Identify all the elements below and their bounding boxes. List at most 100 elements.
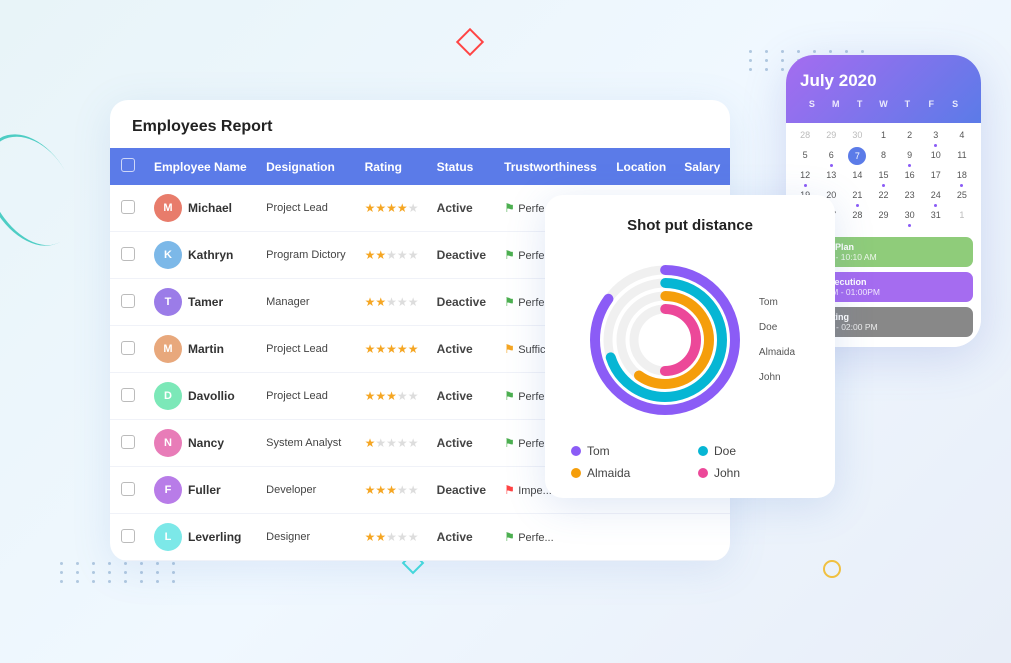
calendar-cell[interactable]: 14 bbox=[844, 167, 870, 187]
calendar-cell[interactable]: 22 bbox=[870, 187, 896, 207]
rating: ★★★★★ bbox=[357, 326, 429, 373]
legend-doe: Doe bbox=[698, 444, 809, 458]
calendar-cell: 1 bbox=[949, 207, 975, 227]
star: ★ bbox=[375, 248, 386, 262]
report-title: Employees Report bbox=[110, 100, 730, 148]
star: ★ bbox=[365, 201, 376, 215]
weekday-label: F bbox=[919, 99, 943, 109]
star: ★ bbox=[386, 248, 397, 262]
flag-icon: ⚑ bbox=[504, 342, 515, 356]
label-almaida: Almaida bbox=[759, 347, 795, 358]
chart-area: Tom Doe Almaida John bbox=[563, 250, 817, 430]
avatar: M bbox=[154, 335, 182, 363]
calendar-cell[interactable]: 18 bbox=[949, 167, 975, 187]
row-checkbox[interactable] bbox=[121, 247, 135, 261]
calendar-cell[interactable]: 16 bbox=[897, 167, 923, 187]
star: ★ bbox=[375, 389, 386, 403]
cal-date: 11 bbox=[949, 147, 975, 163]
calendar-cell[interactable]: 21 bbox=[844, 187, 870, 207]
star: ★ bbox=[408, 436, 419, 450]
calendar-cell[interactable]: 11 bbox=[949, 147, 975, 167]
calendar-cell[interactable]: 2 bbox=[897, 127, 923, 147]
select-all-checkbox[interactable] bbox=[121, 158, 135, 172]
calendar-cell[interactable]: 30 bbox=[897, 207, 923, 227]
calendar-cell[interactable]: 5 bbox=[792, 147, 818, 167]
row-checkbox[interactable] bbox=[121, 482, 135, 496]
diamond-decoration-1 bbox=[456, 28, 484, 56]
flag-icon: ⚑ bbox=[504, 201, 515, 215]
calendar-cell[interactable]: 13 bbox=[818, 167, 844, 187]
star: ★ bbox=[397, 342, 408, 356]
calendar-cell[interactable]: 9 bbox=[897, 147, 923, 167]
cal-date: 3 bbox=[923, 127, 949, 143]
star: ★ bbox=[375, 483, 386, 497]
employee-name-cell: N Nancy bbox=[154, 429, 250, 457]
employee-name-cell: L Leverling bbox=[154, 523, 250, 551]
star: ★ bbox=[375, 342, 386, 356]
calendar-cell[interactable]: 23 bbox=[897, 187, 923, 207]
calendar-cell[interactable]: 15 bbox=[870, 167, 896, 187]
calendar-cell: 28 bbox=[792, 127, 818, 147]
avatar: F bbox=[154, 476, 182, 504]
cal-date: 5 bbox=[792, 147, 818, 163]
calendar-cell[interactable]: 7 bbox=[844, 147, 870, 167]
employee-name: Tamer bbox=[188, 295, 223, 309]
calendar-cell[interactable]: 29 bbox=[870, 207, 896, 227]
cal-date: 17 bbox=[923, 167, 949, 183]
star: ★ bbox=[408, 248, 419, 262]
star: ★ bbox=[386, 295, 397, 309]
star: ★ bbox=[386, 483, 397, 497]
flag-icon: ⚑ bbox=[504, 295, 515, 309]
cal-date: 8 bbox=[870, 147, 896, 163]
cal-date: 10 bbox=[923, 147, 949, 163]
status: Active bbox=[429, 420, 496, 467]
row-checkbox[interactable] bbox=[121, 341, 135, 355]
calendar-cell[interactable]: 17 bbox=[923, 167, 949, 187]
dot-grid-2 bbox=[60, 562, 182, 583]
star: ★ bbox=[365, 389, 376, 403]
employee-name-cell: F Fuller bbox=[154, 476, 250, 504]
wave-decoration bbox=[0, 118, 95, 262]
employee-name: Kathryn bbox=[188, 248, 233, 262]
status: Active bbox=[429, 514, 496, 561]
weekday-label: M bbox=[824, 99, 848, 109]
row-checkbox[interactable] bbox=[121, 388, 135, 402]
calendar-cell[interactable]: 1 bbox=[870, 127, 896, 147]
designation: Project Lead bbox=[258, 185, 356, 232]
calendar-cell[interactable]: 31 bbox=[923, 207, 949, 227]
star: ★ bbox=[386, 201, 397, 215]
flag-icon: ⚑ bbox=[504, 436, 515, 450]
row-checkbox[interactable] bbox=[121, 529, 135, 543]
employee-name-cell: M Martin bbox=[154, 335, 250, 363]
row-checkbox[interactable] bbox=[121, 294, 135, 308]
select-all-header[interactable] bbox=[110, 148, 146, 185]
cal-date: 29 bbox=[870, 207, 896, 223]
cal-date: 12 bbox=[792, 167, 818, 183]
weekday-label: W bbox=[872, 99, 896, 109]
calendar-cell[interactable]: 3 bbox=[923, 127, 949, 147]
col-status: Status bbox=[429, 148, 496, 185]
cal-date: 25 bbox=[949, 187, 975, 203]
avatar: T bbox=[154, 288, 182, 316]
star: ★ bbox=[397, 201, 408, 215]
calendar-cell[interactable]: 28 bbox=[844, 207, 870, 227]
star: ★ bbox=[375, 201, 386, 215]
row-checkbox[interactable] bbox=[121, 200, 135, 214]
rating: ★★★★★ bbox=[357, 373, 429, 420]
weekday-label: S bbox=[943, 99, 967, 109]
today-cell[interactable]: 7 bbox=[848, 147, 866, 165]
legend-john: John bbox=[698, 466, 809, 480]
calendar-cell[interactable]: 24 bbox=[923, 187, 949, 207]
calendar-cell[interactable]: 12 bbox=[792, 167, 818, 187]
legend-tom: Tom bbox=[571, 444, 682, 458]
cal-date: 30 bbox=[844, 127, 870, 143]
employee-name: Michael bbox=[188, 201, 232, 215]
calendar-cell[interactable]: 10 bbox=[923, 147, 949, 167]
avatar: D bbox=[154, 382, 182, 410]
star: ★ bbox=[408, 530, 419, 544]
calendar-cell[interactable]: 8 bbox=[870, 147, 896, 167]
calendar-cell[interactable]: 4 bbox=[949, 127, 975, 147]
calendar-cell[interactable]: 25 bbox=[949, 187, 975, 207]
row-checkbox[interactable] bbox=[121, 435, 135, 449]
calendar-cell[interactable]: 6 bbox=[818, 147, 844, 167]
